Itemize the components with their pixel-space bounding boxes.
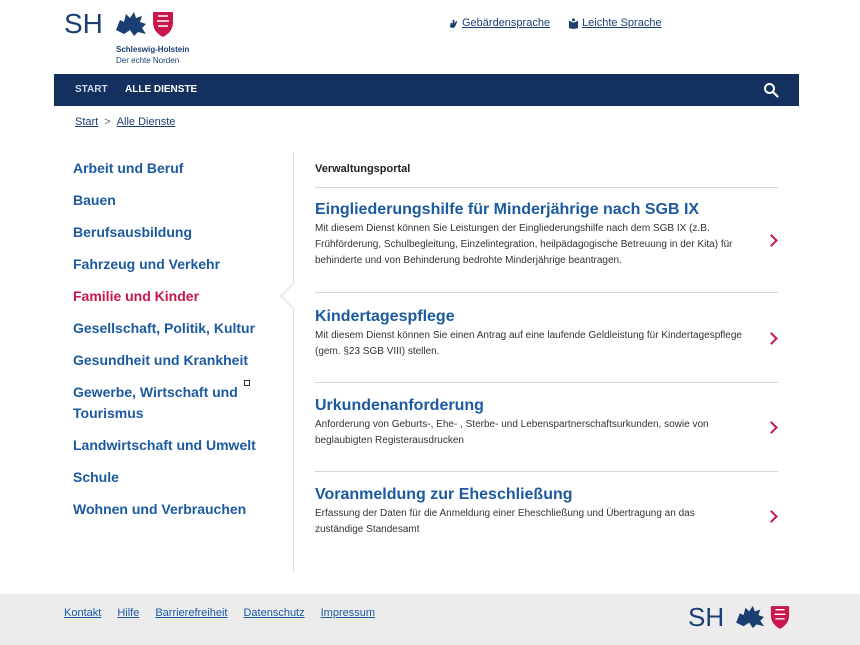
lion-icon [116,12,146,36]
sidebar-item-gewerbe-wirtschaft-tourismus[interactable]: Gewerbe, Wirtschaft und Tourismus [73,382,273,424]
service-item-voranmeldung-eheschliessung[interactable]: Voranmeldung zur Eheschließung Erfassung… [315,471,778,561]
accessibility-links: Gebärdensprache Leichte Sprache [448,17,662,29]
sidebar-divider [293,152,294,572]
service-item-eingliederungshilfe[interactable]: Eingliederungshilfe für Minderjährige na… [315,187,778,293]
site-logo[interactable]: SH Schleswig-Holstein Der echte Norden [64,8,204,66]
focus-marker [244,380,250,386]
service-description: Mit diesem Dienst können Sie Leistungen … [315,223,733,266]
service-item-urkundenanforderung[interactable]: Urkundenanforderung Anforderung von Gebu… [315,382,778,471]
footer-link-impressum[interactable]: Impressum [321,607,375,619]
sidebar-item-landwirtschaft-und-umwelt[interactable]: Landwirtschaft und Umwelt [73,435,273,456]
logo-letters: SH [64,8,103,39]
sidebar-item-gesundheit-und-krankheit[interactable]: Gesundheit und Krankheit [73,350,273,371]
service-title: Voranmeldung zur Eheschließung [315,486,573,503]
footer-links: Kontakt Hilfe Barrierefreiheit Datenschu… [64,607,375,619]
breadcrumb-alle-dienste[interactable]: Alle Dienste [117,116,176,128]
section-title: Verwaltungsportal [315,163,411,175]
logo-subtitle: Der echte Norden [116,56,180,65]
sidebar-item-fahrzeug-und-verkehr[interactable]: Fahrzeug und Verkehr [73,254,273,275]
easy-language-label: Leichte Sprache [582,17,662,29]
breadcrumb-start[interactable]: Start [75,116,98,128]
sidebar-item-berufsausbildung[interactable]: Berufsausbildung [73,222,273,243]
easy-language-link[interactable]: Leichte Sprache [568,17,662,29]
nettle-leaf-icon [153,12,173,37]
sign-language-label: Gebärdensprache [462,17,551,29]
chevron-right-icon [765,510,778,523]
site-footer: Kontakt Hilfe Barrierefreiheit Datenschu… [0,594,860,645]
footer-logo[interactable]: SH [688,602,798,634]
sidebar-item-wohnen-und-verbrauchen[interactable]: Wohnen und Verbrauchen [73,499,273,520]
main-navigation: START ALLE DIENSTE [54,74,799,106]
sidebar-item-gesellschaft-politik-kultur[interactable]: Gesellschaft, Politik, Kultur [73,318,273,339]
search-icon[interactable] [763,82,779,98]
sign-language-link[interactable]: Gebärdensprache [448,17,550,29]
service-description: Mit diesem Dienst können Sie einen Antra… [315,330,742,357]
service-title: Eingliederungshilfe für Minderjährige na… [315,201,700,218]
footer-link-kontakt[interactable]: Kontakt [64,607,101,619]
nav-start[interactable]: START [75,84,108,95]
sign-language-icon [449,19,458,28]
sidebar-item-familie-und-kinder[interactable]: Familie und Kinder [73,286,273,307]
breadcrumb: Start > Alle Dienste [75,116,175,128]
footer-logo-letters: SH [688,602,725,632]
lion-icon [736,605,764,629]
category-sidebar: Arbeit und Beruf Bauen Berufsausbildung … [73,158,273,531]
sidebar-item-schule[interactable]: Schule [73,467,273,488]
nav-alle-dienste[interactable]: ALLE DIENSTE [125,84,197,95]
chevron-right-icon [765,332,778,345]
footer-link-hilfe[interactable]: Hilfe [117,607,139,619]
breadcrumb-separator: > [104,116,111,128]
service-item-kindertagespflege[interactable]: Kindertagespflege Mit diesem Dienst könn… [315,292,778,382]
service-description: Anforderung von Geburts-, Ehe- , Sterbe-… [315,419,709,446]
service-title: Kindertagespflege [315,308,455,325]
chevron-right-icon [765,234,778,247]
active-category-pointer [280,283,306,309]
sidebar-item-bauen[interactable]: Bauen [73,190,273,211]
sidebar-item-arbeit-und-beruf[interactable]: Arbeit und Beruf [73,158,273,179]
logo-name: Schleswig-Holstein [116,45,190,54]
chevron-right-icon [765,421,778,434]
footer-link-barrierefreiheit[interactable]: Barrierefreiheit [155,607,227,619]
footer-link-datenschutz[interactable]: Datenschutz [243,607,304,619]
service-title: Urkundenanforderung [315,397,484,414]
service-description: Erfassung der Daten für die Anmeldung ei… [315,508,695,535]
easy-language-icon [568,17,579,29]
nettle-leaf-icon [770,606,790,629]
